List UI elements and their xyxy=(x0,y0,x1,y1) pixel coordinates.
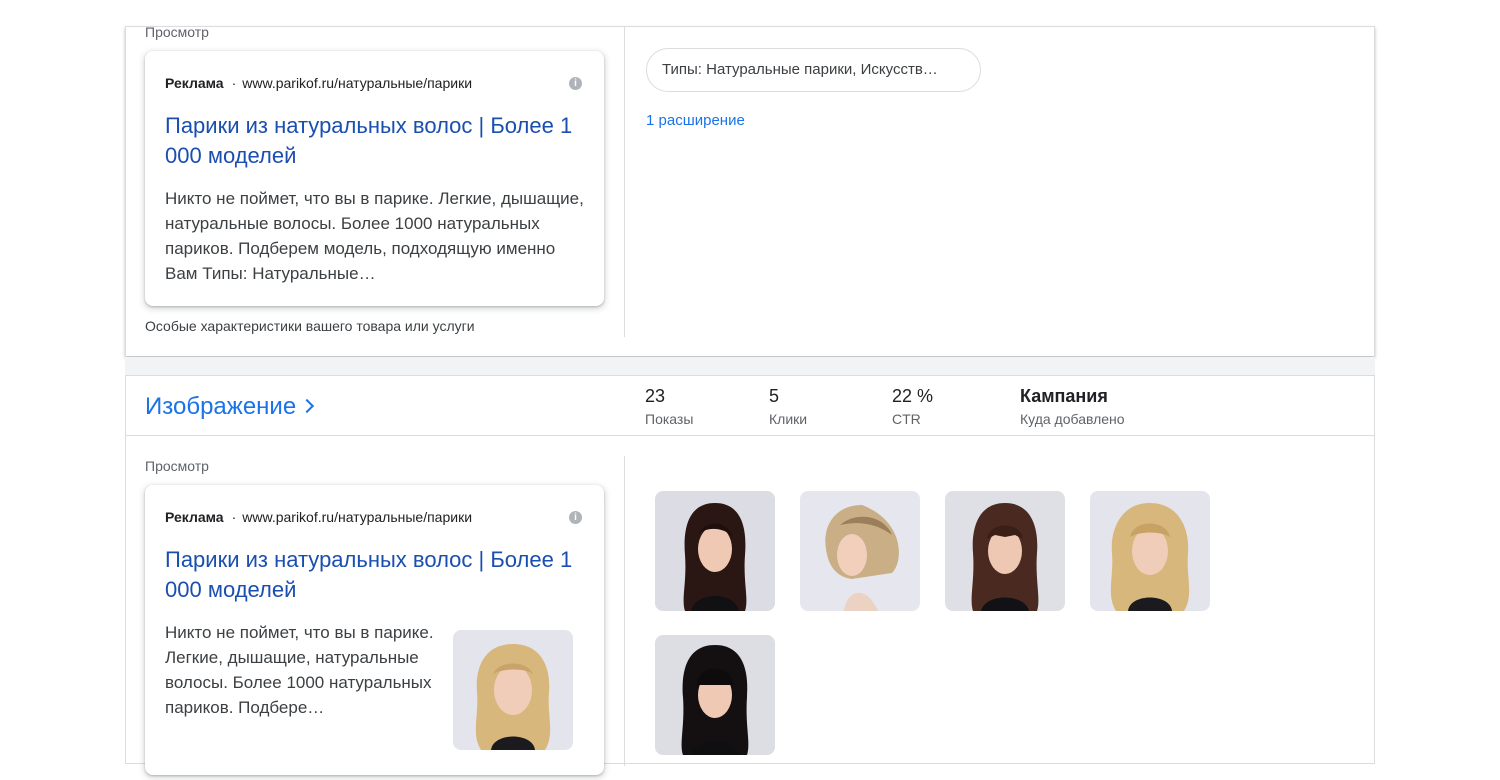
stat-label: Куда добавлено xyxy=(1020,411,1125,427)
image-section-title[interactable]: Изображение xyxy=(145,393,315,421)
info-icon[interactable]: i xyxy=(569,511,582,524)
stat-value: 5 xyxy=(769,386,780,406)
sponsored-label: Реклама xyxy=(165,509,224,525)
ad-header: Реклама · www.parikof.ru/натуральные/парик… xyxy=(165,75,472,91)
ad-preview-card: Реклама · www.parikof.ru/натуральные/парик… xyxy=(145,485,604,775)
image-thumbnail-1[interactable] xyxy=(655,491,775,611)
stat-label: Показы xyxy=(645,411,694,427)
preview-label: Просмотр xyxy=(145,24,209,40)
ad-headline[interactable]: Парики из натуральных волос | Более 1 00… xyxy=(165,545,585,605)
image-extension-panel: Изображение 23 Показы 5 Клики 22 % CTR К… xyxy=(125,375,1375,775)
image-thumbnail-2[interactable] xyxy=(800,491,920,611)
image-thumbnail-5[interactable] xyxy=(655,635,775,755)
stat-label: Клики xyxy=(769,411,808,427)
sponsored-label: Реклама xyxy=(165,75,224,91)
section-gap xyxy=(125,357,1375,375)
stat-clicks: 5 Клики xyxy=(769,386,807,427)
footnote-text: Особые характеристики вашего товара или … xyxy=(145,318,475,334)
stat-label: CTR xyxy=(892,411,921,427)
display-url: www.parikof.ru/натуральные/парики xyxy=(242,509,473,525)
image-thumbnail-3[interactable] xyxy=(945,491,1065,611)
chevron-right-icon xyxy=(300,398,315,414)
ad-headline[interactable]: Парики из натуральных волос | Более 1 00… xyxy=(165,111,585,171)
section-title-text: Изображение xyxy=(145,393,297,420)
ad-header: Реклама · www.parikof.ru/натуральные/парик… xyxy=(165,509,472,525)
column-divider xyxy=(624,27,625,337)
ad-preview-card: Реклама · www.parikof.ru/натуральные/парик… xyxy=(145,51,604,306)
ad-image-thumbnail xyxy=(453,630,573,750)
ad-description: Никто не поймет, что вы в парике. Легкие… xyxy=(165,623,434,717)
separator-dot: · xyxy=(231,75,237,91)
structured-snippet-chip[interactable]: Типы: Натуральные парики, Искусств… xyxy=(646,48,981,92)
ad-description: Никто не поймет, что вы в парике. Легкие… xyxy=(165,189,584,283)
image-thumbnail-4[interactable] xyxy=(1090,491,1210,611)
stat-value: 22 % xyxy=(892,386,934,406)
stat-impressions: 23 Показы xyxy=(645,386,693,427)
info-icon[interactable]: i xyxy=(569,77,582,90)
stat-value: Кампания xyxy=(1020,386,1108,406)
separator-dot: · xyxy=(231,509,237,525)
text-ad-panel: Просмотр Реклама · www.parikof.ru/натураль… xyxy=(125,24,1375,356)
stat-ctr: 22 % CTR xyxy=(892,386,933,427)
wig-photo-blonde-wavy-icon xyxy=(1090,491,1210,611)
wig-photo-dark-long-icon xyxy=(655,491,775,611)
wig-photo-blonde-bob-icon xyxy=(800,491,920,611)
extensions-link[interactable]: 1 расширение xyxy=(646,112,745,129)
section-header: Изображение 23 Показы 5 Клики 22 % CTR К… xyxy=(126,376,1374,436)
wig-photo-blonde-wavy-icon xyxy=(453,630,573,750)
column-divider xyxy=(624,456,625,766)
preview-label: Просмотр xyxy=(145,458,209,474)
wig-photo-brown-bangs-icon xyxy=(945,491,1065,611)
wig-photo-black-bangs-icon xyxy=(655,635,775,755)
display-url: www.parikof.ru/натуральные/парики xyxy=(242,75,473,91)
stat-value: 23 xyxy=(645,386,666,406)
stat-added-to: Кампания Куда добавлено xyxy=(1020,386,1125,427)
